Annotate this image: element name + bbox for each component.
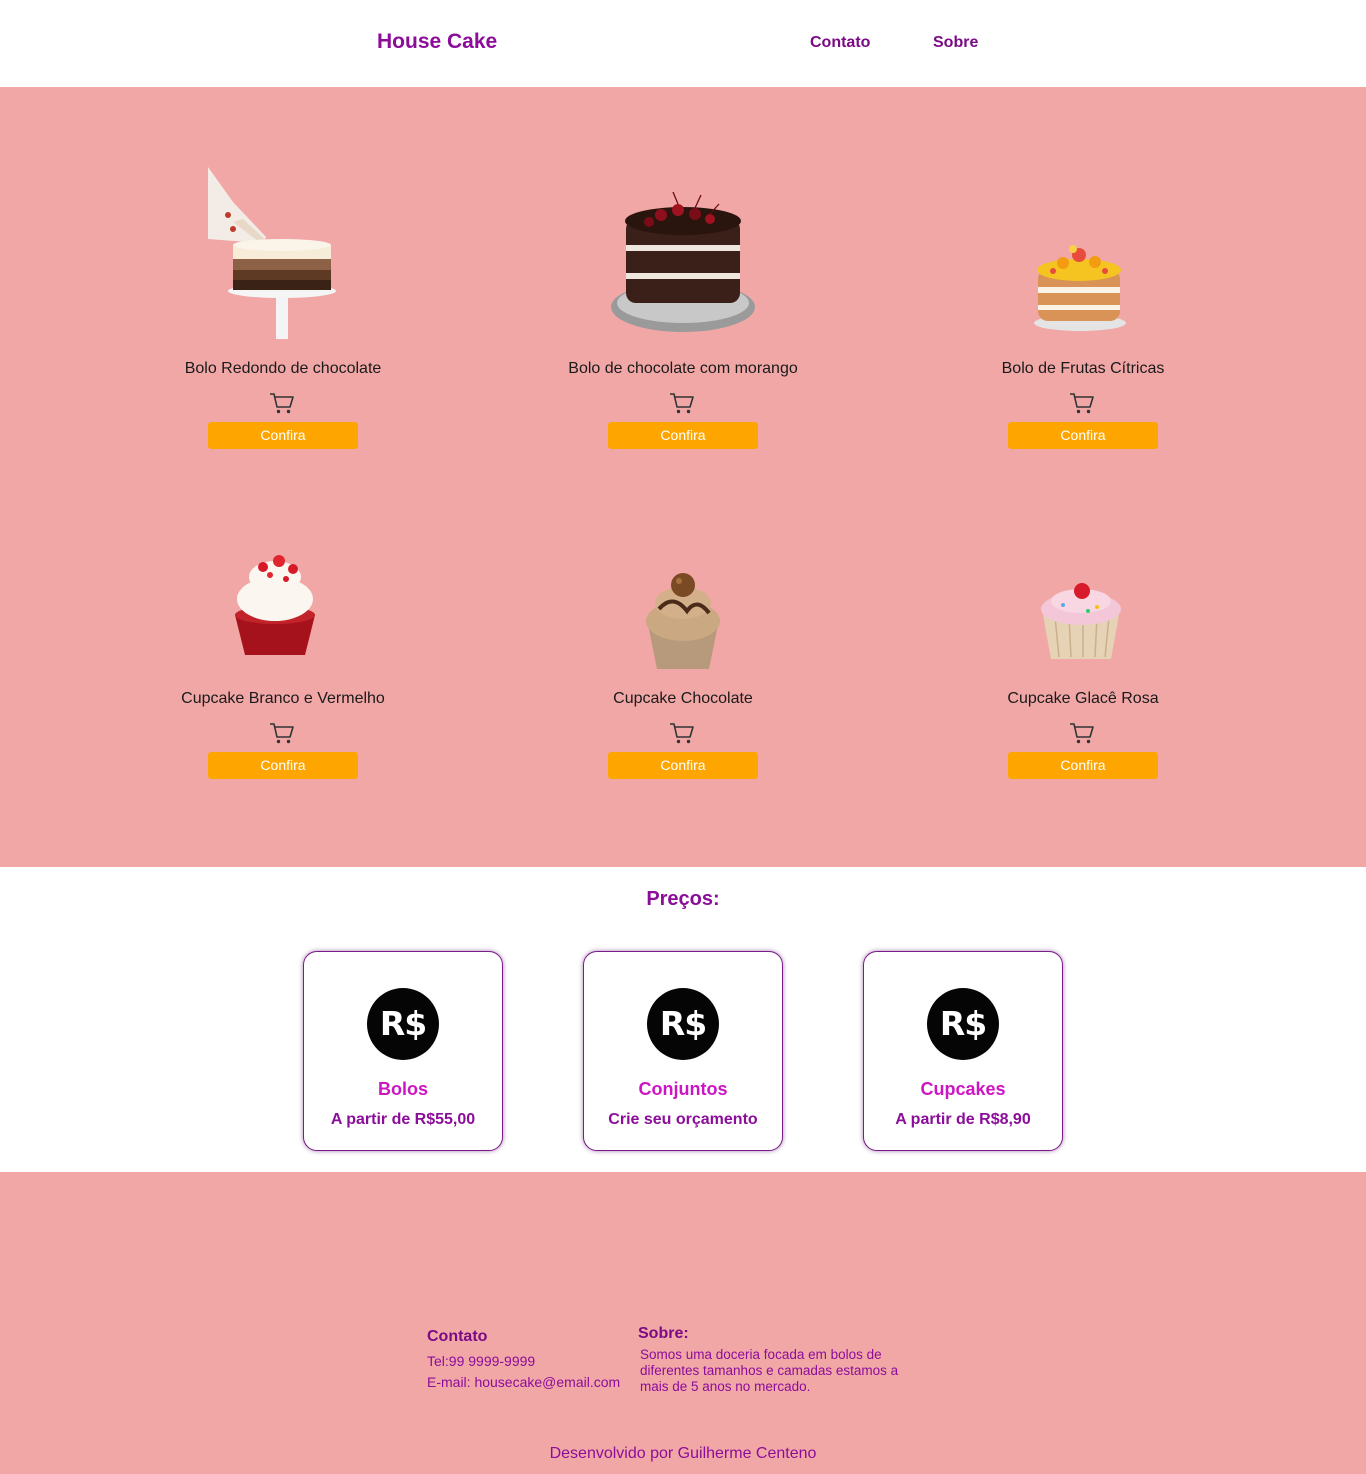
product-card: Bolo Redondo de chocolate Confira [83,167,483,497]
footer-phone: Tel:99 9999-9999 [427,1353,536,1369]
price-card-title: Conjuntos [638,1079,728,1099]
product-image-chocolate-strawberry-cake [611,191,755,332]
price-card-subtitle: A partir de R$55,00 [330,1111,476,1128]
footer-contato-title: Contato [427,1328,488,1345]
product-image-chocolate-round-cake [208,167,336,339]
price-card-cupcakes[interactable]: R$ Cupcakes A partir de R$8,90 [863,951,1063,1151]
cart-icon[interactable] [1069,391,1095,415]
cart-icon[interactable] [669,721,695,745]
confira-button[interactable]: Confira [608,422,758,449]
price-card-subtitle: Crie seu orçamento [608,1111,758,1128]
product-card: Cupcake Branco e Vermelho Confira [83,497,483,827]
product-name: Cupcake Glacê Rosa [1007,690,1159,707]
confira-button[interactable]: Confira [1008,422,1158,449]
cart-icon[interactable] [269,721,295,745]
confira-button[interactable]: Confira [208,752,358,779]
cart-icon[interactable] [269,391,295,415]
site-header: House Cake Contato Sobre [0,0,1366,87]
confira-button[interactable]: Confira [608,752,758,779]
footer-email[interactable]: E-mail: housecake@email.com [427,1374,620,1390]
cart-icon[interactable] [669,391,695,415]
site-footer: Contato Tel:99 9999-9999 E-mail: houseca… [0,1172,1366,1474]
price-card-title: Bolos [377,1079,428,1099]
price-card-bolos[interactable]: R$ Bolos A partir de R$55,00 [303,951,503,1151]
product-image-chocolate-cupcake [646,573,720,669]
confira-button[interactable]: Confira [208,422,358,449]
product-card: Cupcake Chocolate Confira [483,497,883,827]
currency-coin-icon: R$ [927,988,999,1060]
currency-coin-icon: R$ [367,988,439,1060]
nav-link-sobre[interactable]: Sobre [933,34,978,52]
product-image-citrus-fruit-cake [1034,245,1126,331]
brand-logo[interactable]: House Cake [377,30,497,54]
product-card: Bolo de chocolate com morango Confira [483,167,883,497]
product-name: Bolo de chocolate com morango [568,360,798,377]
footer-sobre-text: Somos uma doceria focada em bolos de dif… [640,1347,899,1394]
product-name: Cupcake Chocolate [613,690,753,707]
footer-credit: Desenvolvido por Guilherme Centeno [549,1445,817,1462]
products-section: Bolo Redondo de chocolate Confira Bolo d… [0,87,1366,867]
product-card: Cupcake Glacê Rosa Confira [883,497,1283,827]
price-card-conjuntos[interactable]: R$ Conjuntos Crie seu orçamento [583,951,783,1151]
product-image-pink-frosted-cupcake [1041,583,1121,659]
price-card-subtitle: A partir de R$8,90 [895,1111,1031,1128]
footer-sobre-title: Sobre: [638,1325,689,1342]
price-card-title: Cupcakes [920,1079,1006,1099]
product-name: Bolo de Frutas Cítricas [1001,360,1165,377]
prices-title: Preços: [646,888,720,910]
prices-section: Preços: R$ Bolos A partir de R$55,00 R$ … [0,867,1366,1172]
nav-link-contato[interactable]: Contato [810,34,870,52]
currency-coin-icon: R$ [647,988,719,1060]
product-name: Cupcake Branco e Vermelho [181,690,385,707]
cart-icon[interactable] [1069,721,1095,745]
product-card: Bolo de Frutas Cítricas Confira [883,167,1283,497]
product-image-red-velvet-cupcake [235,555,315,655]
product-name: Bolo Redondo de chocolate [184,360,382,377]
confira-button[interactable]: Confira [1008,752,1158,779]
